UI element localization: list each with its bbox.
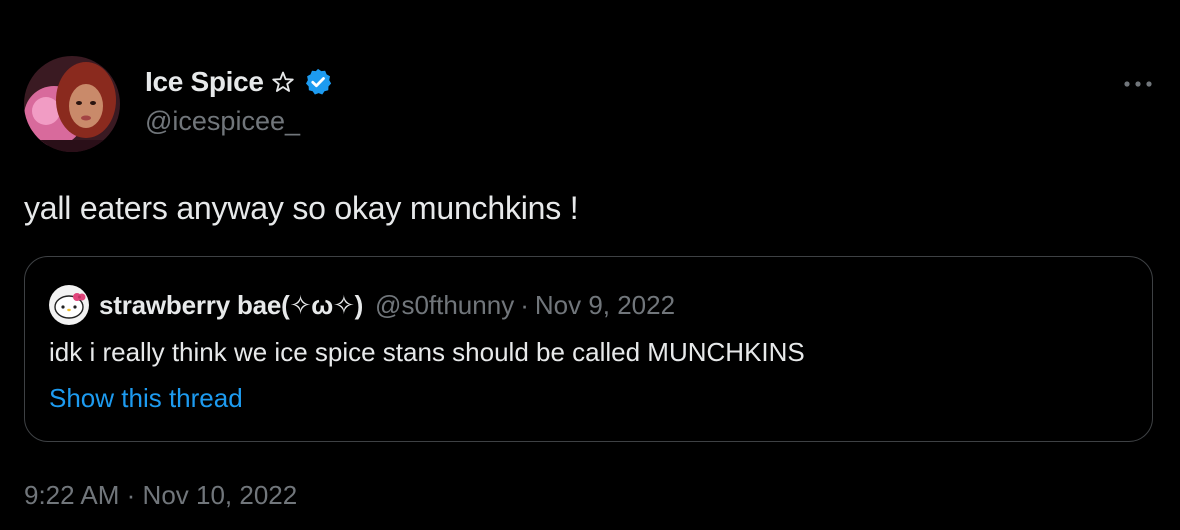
timestamp-time[interactable]: 9:22 AM	[24, 480, 119, 510]
timestamp-separator: ·	[126, 480, 136, 510]
quoted-tweet-text: idk i really think we ice spice stans sh…	[49, 337, 805, 367]
tweet-text: yall eaters anyway so okay munchkins !	[24, 190, 579, 226]
author-avatar[interactable]	[24, 56, 120, 152]
author-info: Ice Spice @icespicee_	[145, 64, 333, 137]
quoted-date: Nov 9, 2022	[534, 289, 676, 320]
quoted-author-name: strawberry bae(✧ω✧)	[99, 289, 364, 320]
verified-badge-icon[interactable]	[303, 67, 333, 97]
more-horizontal-icon[interactable]	[1118, 72, 1158, 96]
quoted-author-handle: @s0fthunny	[375, 289, 515, 320]
timestamp-date[interactable]: Nov 10, 2022	[143, 480, 298, 510]
author-display-name[interactable]: Ice Spice	[145, 66, 264, 98]
quoted-tweet-header: strawberry bae(✧ω✧) @s0fthunny · Nov 9, …	[49, 285, 675, 325]
quoted-separator: ·	[520, 289, 529, 320]
show-thread-link[interactable]: Show this thread	[49, 383, 243, 414]
quoted-tweet[interactable]: strawberry bae(✧ω✧) @s0fthunny · Nov 9, …	[24, 256, 1153, 442]
tweet-timestamp: 9:22 AM · Nov 10, 2022	[24, 480, 297, 511]
quoted-author-avatar	[49, 285, 89, 325]
author-handle[interactable]: @icespicee_	[145, 106, 333, 137]
author-name-row: Ice Spice	[145, 64, 333, 100]
star-outline-icon	[271, 70, 295, 94]
tweet-card: Ice Spice @icespicee_ yall eaters anyway…	[0, 0, 1180, 530]
